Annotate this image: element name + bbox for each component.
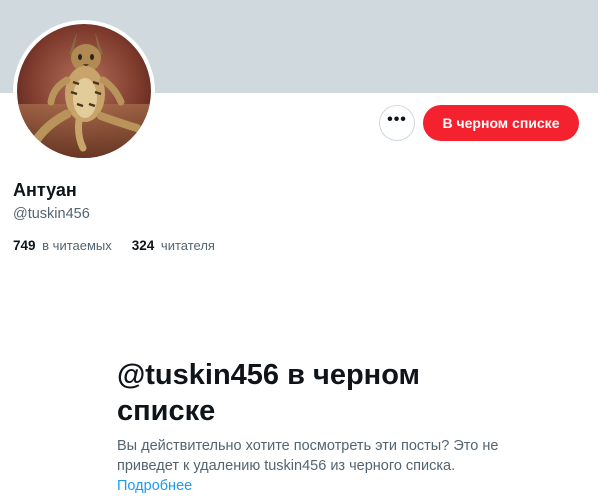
display-name: Антуан: [13, 180, 77, 200]
cat-photo-icon: [17, 24, 151, 158]
blocked-button[interactable]: В черном списке: [423, 105, 579, 141]
following-count: 749: [13, 238, 36, 253]
avatar[interactable]: [13, 20, 155, 162]
following-label: в читаемых: [42, 238, 112, 253]
scrollbar[interactable]: [598, 0, 615, 501]
more-options-button[interactable]: •••: [379, 105, 415, 141]
followers-label: читателя: [160, 238, 215, 253]
followers-stat[interactable]: 324 читателя: [132, 238, 215, 253]
profile-stats: 749 в читаемых 324 читателя: [13, 238, 215, 253]
following-stat[interactable]: 749 в читаемых: [13, 238, 112, 253]
blocked-notice-text: Вы действительно хотите посмотреть эти п…: [117, 436, 502, 496]
blocked-notice-title: @tuskin456 в черном списке: [117, 359, 420, 427]
more-icon: •••: [387, 111, 407, 128]
blocked-notice-body: Вы действительно хотите посмотреть эти п…: [117, 438, 499, 474]
user-handle: @tuskin456: [13, 206, 90, 222]
learn-more-link[interactable]: Подробнее: [117, 478, 192, 494]
followers-count: 324: [131, 238, 155, 253]
